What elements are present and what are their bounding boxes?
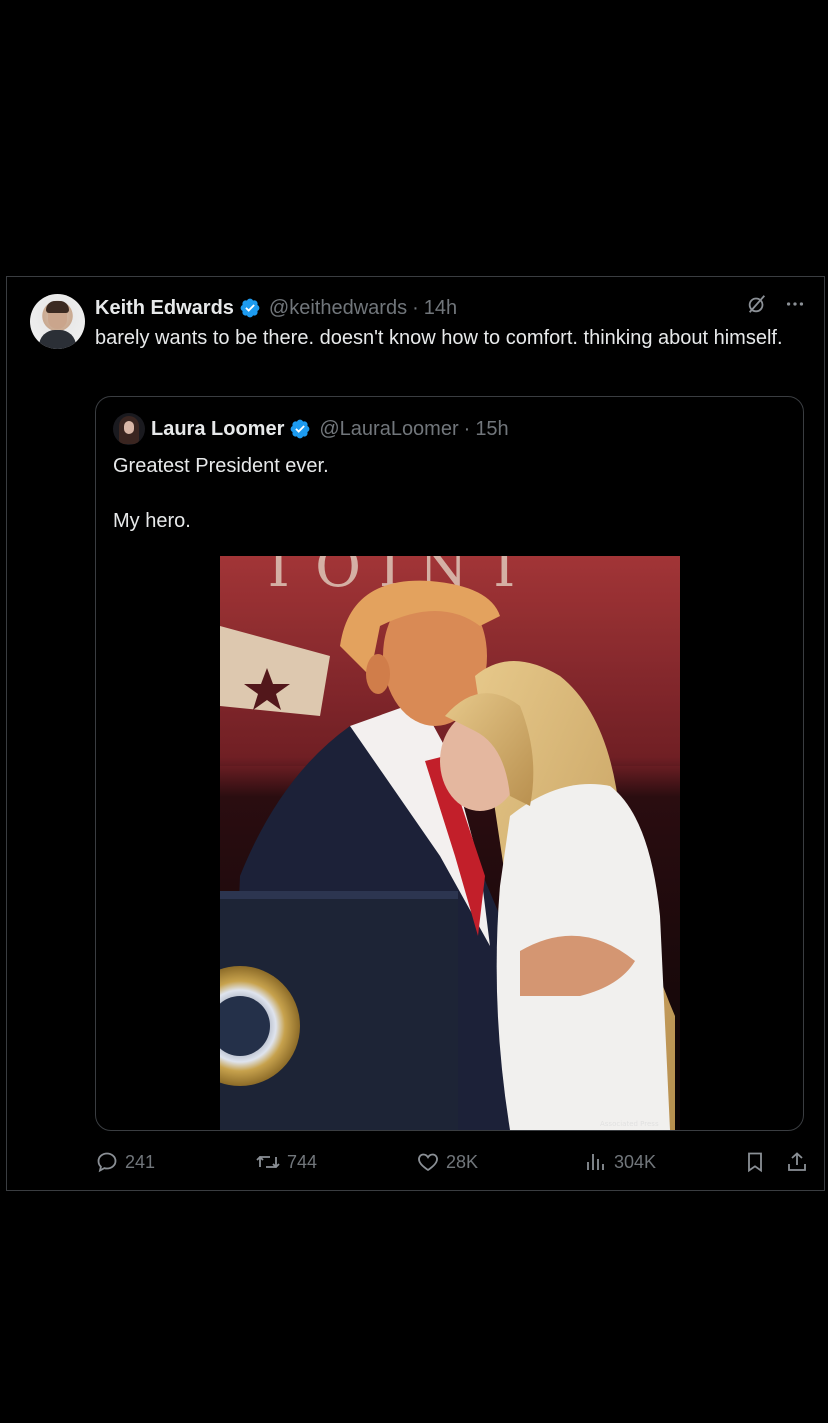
tweet-time[interactable]: 14h: [424, 297, 457, 320]
repost-icon: [256, 1156, 280, 1168]
quoted-tweet-header: Laura Loomer @LauraLoomer · 15h: [151, 415, 509, 443]
tweet-text: barely wants to be there. doesn't know h…: [95, 327, 783, 349]
more-icon[interactable]: [784, 293, 806, 315]
quoted-text-line: Greatest President ever.: [113, 455, 329, 477]
tweet-card[interactable]: Keith Edwards @keithedwards · 14h barely…: [6, 276, 825, 1191]
repost-button[interactable]: 744: [255, 1147, 317, 1177]
quoted-author-avatar[interactable]: [113, 413, 145, 445]
repost-count: 744: [287, 1151, 318, 1172]
verified-badge-icon: [290, 419, 310, 439]
views-button[interactable]: 304K: [584, 1147, 656, 1177]
bookmark-button[interactable]: [743, 1147, 773, 1177]
quoted-author-handle[interactable]: @LauraLoomer: [319, 418, 458, 441]
quoted-tweet-time[interactable]: 15h: [475, 418, 508, 441]
like-count: 28K: [446, 1151, 479, 1172]
quoted-tweet[interactable]: Laura Loomer @LauraLoomer · 15h Greatest…: [95, 396, 804, 1131]
tweet-header: Keith Edwards @keithedwards · 14h: [95, 295, 457, 321]
quoted-tweet-text: Greatest President ever. My hero.: [113, 452, 329, 535]
author-name[interactable]: Keith Edwards: [95, 297, 234, 320]
share-icon: [788, 1152, 806, 1171]
reply-icon: [97, 1152, 117, 1173]
reply-count: 241: [125, 1151, 156, 1172]
share-button[interactable]: [785, 1147, 815, 1177]
quoted-author-name[interactable]: Laura Loomer: [151, 418, 284, 441]
author-avatar[interactable]: [30, 294, 85, 349]
quoted-text-line: My hero.: [113, 510, 191, 532]
meta-separator: ·: [412, 296, 419, 319]
author-handle[interactable]: @keithedwards: [269, 297, 407, 320]
verified-badge-icon: [240, 298, 260, 318]
heart-icon: [418, 1153, 438, 1172]
photo-illustration: T O I N T Associated Press: [220, 556, 680, 1130]
grok-icon[interactable]: [746, 293, 768, 315]
views-icon: [587, 1154, 604, 1170]
meta-separator: ·: [463, 417, 471, 440]
tweet-actions: 241 744 28K 304K: [95, 1147, 807, 1177]
views-count: 304K: [614, 1151, 657, 1172]
like-button[interactable]: 28K: [416, 1147, 478, 1177]
photo-credit: Associated Press: [600, 1120, 659, 1128]
quoted-tweet-photo[interactable]: T O I N T Associated Press: [220, 556, 680, 1130]
tweet-top-icons: [746, 293, 806, 315]
bookmark-icon: [748, 1152, 762, 1173]
reply-button[interactable]: 241: [95, 1147, 155, 1177]
